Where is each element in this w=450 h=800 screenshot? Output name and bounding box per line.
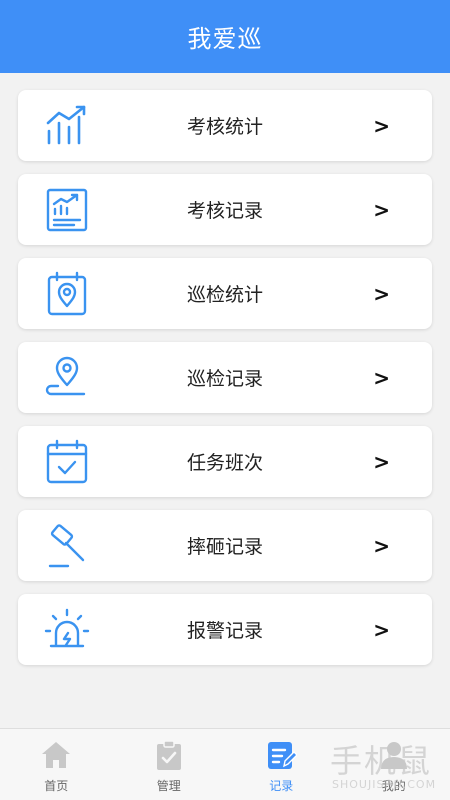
menu-list: 考核统计 > 考核记录 > 巡检统计 > 巡检记录 > 任务班次 > 摔砸记录 … <box>18 90 432 678</box>
page-title: 我爱巡 <box>187 25 263 53</box>
menu-item-inspection-records[interactable]: 巡检记录 > <box>18 342 432 413</box>
menu-item-alarm-records[interactable]: 报警记录 > <box>18 594 432 665</box>
tab-label: 首页 <box>44 779 69 793</box>
home-icon <box>42 742 71 768</box>
menu-item-label: 报警记录 <box>186 620 263 642</box>
chevron-right-icon: > <box>373 281 390 306</box>
chevron-right-icon: > <box>373 365 390 390</box>
chevron-right-icon: > <box>373 197 390 222</box>
tab-label: 记录 <box>269 779 294 793</box>
menu-item-assessment-records[interactable]: 考核记录 > <box>18 174 432 245</box>
menu-item-label: 考核记录 <box>186 200 263 222</box>
tab-mine[interactable]: 我的 <box>338 729 450 800</box>
menu-item-smash-records[interactable]: 摔砸记录 > <box>18 510 432 581</box>
menu-item-assessment-stats[interactable]: 考核统计 > <box>18 90 432 161</box>
tab-manage[interactable]: 管理 <box>113 729 226 800</box>
tab-label: 管理 <box>156 779 181 793</box>
tab-label: 我的 <box>381 779 406 793</box>
menu-item-task-shifts[interactable]: 任务班次 > <box>18 426 432 497</box>
menu-item-label: 巡检统计 <box>186 284 263 306</box>
tab-records[interactable]: 记录 <box>225 729 338 800</box>
record-edit-icon <box>268 742 298 769</box>
app-header: 我爱巡 <box>0 0 450 73</box>
chevron-right-icon: > <box>373 113 390 138</box>
chevron-right-icon: > <box>373 449 390 474</box>
menu-item-label: 任务班次 <box>186 452 263 474</box>
menu-item-label: 摔砸记录 <box>186 536 263 558</box>
menu-item-label: 巡检记录 <box>186 368 263 390</box>
menu-item-label: 考核统计 <box>186 116 263 138</box>
chevron-right-icon: > <box>373 617 390 642</box>
user-icon <box>380 742 407 769</box>
tab-home[interactable]: 首页 <box>0 729 113 800</box>
bottom-tab-bar: 首页 管理 记录 我的 <box>0 728 450 800</box>
clipboard-check-icon <box>156 740 181 770</box>
menu-item-inspection-stats[interactable]: 巡检统计 > <box>18 258 432 329</box>
chevron-right-icon: > <box>373 533 390 558</box>
